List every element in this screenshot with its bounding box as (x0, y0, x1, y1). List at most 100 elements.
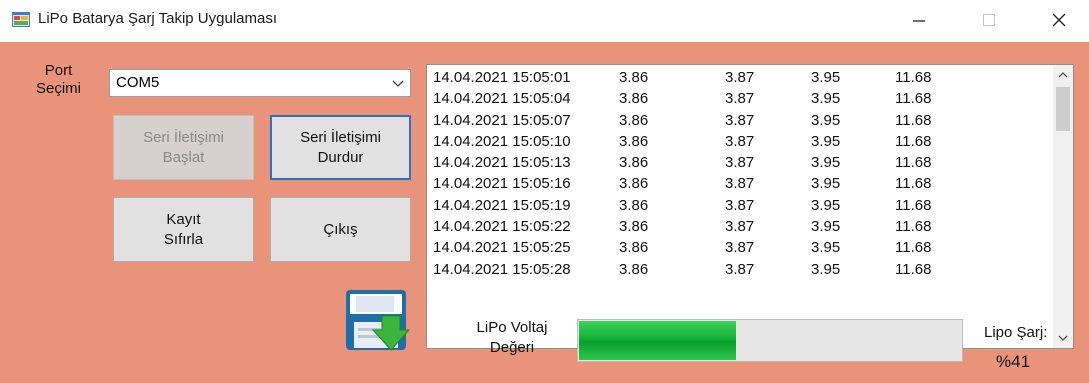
log-row[interactable]: 14.04.2021 15:05:16 3.86 3.87 3.95 11.68 (433, 173, 1051, 194)
log-cell-value-1: 3.86 (619, 111, 649, 129)
voltage-progress-fill (579, 321, 737, 360)
log-cell-value-2: 3.87 (725, 154, 755, 172)
maximize-button[interactable] (966, 4, 1012, 36)
close-icon (1052, 13, 1066, 27)
window-title: LiPo Batarya Şarj Takip Uygulaması (38, 10, 278, 27)
log-cell-value-1: 3.86 (619, 175, 649, 193)
log-cell-value-3: 3.95 (811, 90, 841, 108)
reset-log-label-line1: Kayıt (166, 210, 201, 228)
log-cell-value-4: 11.68 (895, 175, 932, 193)
log-cell-timestamp: 14.04.2021 15:05:25 (433, 239, 571, 257)
title-bar: LiPo Batarya Şarj Takip Uygulaması (0, 0, 1089, 42)
reset-log-button[interactable]: Kayıt Sıfırla (113, 197, 254, 262)
log-listbox[interactable]: 14.04.2021 15:05:01 3.86 3.87 3.95 11.68 14.0… (426, 64, 1074, 349)
maximize-icon (983, 14, 995, 26)
reset-log-label-line2: Sıfırla (163, 230, 204, 248)
chevron-down-icon[interactable] (392, 78, 404, 88)
port-select[interactable]: COM5 (109, 69, 411, 97)
log-cell-value-4: 11.68 (895, 218, 932, 236)
chevron-down-icon (1058, 335, 1068, 341)
log-rows: 14.04.2021 15:05:01 3.86 3.87 3.95 11.68 14.0… (433, 67, 1051, 280)
log-cell-value-2: 3.87 (725, 90, 755, 108)
log-row[interactable]: 14.04.2021 15:05:25 3.86 3.87 3.95 11.68 (433, 237, 1051, 258)
log-cell-value-4: 11.68 (895, 69, 932, 86)
log-cell-value-3: 3.95 (811, 132, 841, 150)
log-cell-value-3: 3.95 (811, 218, 841, 236)
log-cell-value-1: 3.86 (619, 69, 649, 86)
log-cell-timestamp: 14.04.2021 15:05:13 (433, 154, 571, 172)
log-cell-value-3: 3.95 (811, 111, 841, 129)
log-cell-value-1: 3.86 (619, 90, 649, 108)
log-cell-timestamp: 14.04.2021 15:05:28 (433, 260, 571, 278)
port-label: Port Seçimi (36, 62, 81, 98)
log-cell-value-2: 3.87 (725, 132, 755, 150)
log-cell-value-3: 3.95 (811, 154, 841, 172)
log-cell-value-2: 3.87 (725, 69, 755, 86)
minimize-button[interactable] (896, 4, 942, 36)
log-cell-timestamp: 14.04.2021 15:05:22 (433, 218, 571, 236)
log-row[interactable]: 14.04.2021 15:05:10 3.86 3.87 3.95 11.68 (433, 131, 1051, 152)
log-cell-value-4: 11.68 (895, 90, 932, 108)
log-cell-value-1: 3.86 (619, 260, 649, 278)
log-cell-value-4: 11.68 (895, 111, 932, 129)
vertical-scrollbar[interactable] (1053, 65, 1073, 348)
port-label-line2: Seçimi (36, 80, 82, 97)
log-row[interactable]: 14.04.2021 15:05:01 3.86 3.87 3.95 11.68 (433, 67, 1051, 88)
log-cell-value-3: 3.95 (811, 260, 841, 278)
stop-serial-label-line1: Seri İletişimi (300, 128, 381, 146)
log-row[interactable]: 14.04.2021 15:05:28 3.86 3.87 3.95 11.68 (433, 259, 1051, 280)
log-cell-timestamp: 14.04.2021 15:05:19 (433, 196, 571, 214)
start-serial-button[interactable]: Seri İletişimi Başlat (113, 115, 254, 180)
stop-serial-label-line2: Durdur (317, 148, 364, 166)
log-cell-value-1: 3.86 (619, 132, 649, 150)
port-label-line1: Port (44, 62, 73, 79)
stop-serial-button[interactable]: Seri İletişimi Durdur (270, 115, 411, 180)
client-area: Port Seçimi COM5 Seri İletişimi Başlat S… (0, 42, 1089, 383)
log-cell-value-1: 3.86 (619, 239, 649, 257)
scroll-up-button[interactable] (1053, 65, 1073, 85)
start-serial-label-line1: Seri İletişimi (143, 128, 224, 146)
log-cell-value-3: 3.95 (811, 175, 841, 193)
log-cell-timestamp: 14.04.2021 15:05:16 (433, 175, 571, 193)
log-cell-value-4: 11.68 (895, 196, 932, 214)
log-cell-value-2: 3.87 (725, 239, 755, 257)
voltage-label-line2: Değeri (489, 339, 535, 356)
save-icon[interactable] (344, 288, 412, 356)
log-cell-timestamp: 14.04.2021 15:05:10 (433, 132, 571, 150)
log-cell-timestamp: 14.04.2021 15:05:07 (433, 111, 571, 129)
log-cell-value-2: 3.87 (725, 111, 755, 129)
log-row[interactable]: 14.04.2021 15:05:04 3.86 3.87 3.95 11.68 (433, 88, 1051, 109)
log-cell-value-2: 3.87 (725, 196, 755, 214)
log-cell-value-1: 3.86 (619, 218, 649, 236)
log-cell-value-4: 11.68 (895, 132, 932, 150)
log-cell-value-3: 3.95 (811, 196, 841, 214)
charge-value: %41 (996, 352, 1031, 371)
log-cell-value-4: 11.68 (895, 260, 932, 278)
port-select-value: COM5 (116, 74, 160, 91)
log-cell-value-1: 3.86 (619, 154, 649, 172)
exit-button[interactable]: Çıkış (270, 197, 411, 262)
log-cell-value-4: 11.68 (895, 239, 932, 257)
close-button[interactable] (1036, 4, 1082, 36)
log-cell-value-3: 3.95 (811, 239, 841, 257)
voltage-progress-bar (577, 319, 963, 362)
log-row[interactable]: 14.04.2021 15:05:13 3.86 3.87 3.95 11.68 (433, 152, 1051, 173)
scroll-down-button[interactable] (1053, 328, 1073, 348)
log-cell-value-2: 3.87 (725, 175, 755, 193)
voltage-label: LiPo Voltaj Değeri (462, 318, 562, 358)
log-cell-value-3: 3.95 (811, 69, 841, 86)
log-cell-value-2: 3.87 (725, 260, 755, 278)
log-cell-value-4: 11.68 (895, 154, 932, 172)
log-row[interactable]: 14.04.2021 15:05:22 3.86 3.87 3.95 11.68 (433, 216, 1051, 237)
minimize-icon (913, 20, 925, 22)
log-cell-timestamp: 14.04.2021 15:05:01 (433, 69, 571, 86)
chevron-up-icon (1058, 72, 1068, 78)
charge-label: Lipo Şarj: (984, 324, 1048, 341)
app-form-icon (12, 12, 30, 27)
log-row[interactable]: 14.04.2021 15:05:07 3.86 3.87 3.95 11.68 (433, 110, 1051, 131)
log-row[interactable]: 14.04.2021 15:05:19 3.86 3.87 3.95 11.68 (433, 195, 1051, 216)
scroll-thumb[interactable] (1056, 87, 1070, 131)
log-cell-value-1: 3.86 (619, 196, 649, 214)
log-cell-value-2: 3.87 (725, 218, 755, 236)
start-serial-label-line2: Başlat (162, 148, 205, 166)
